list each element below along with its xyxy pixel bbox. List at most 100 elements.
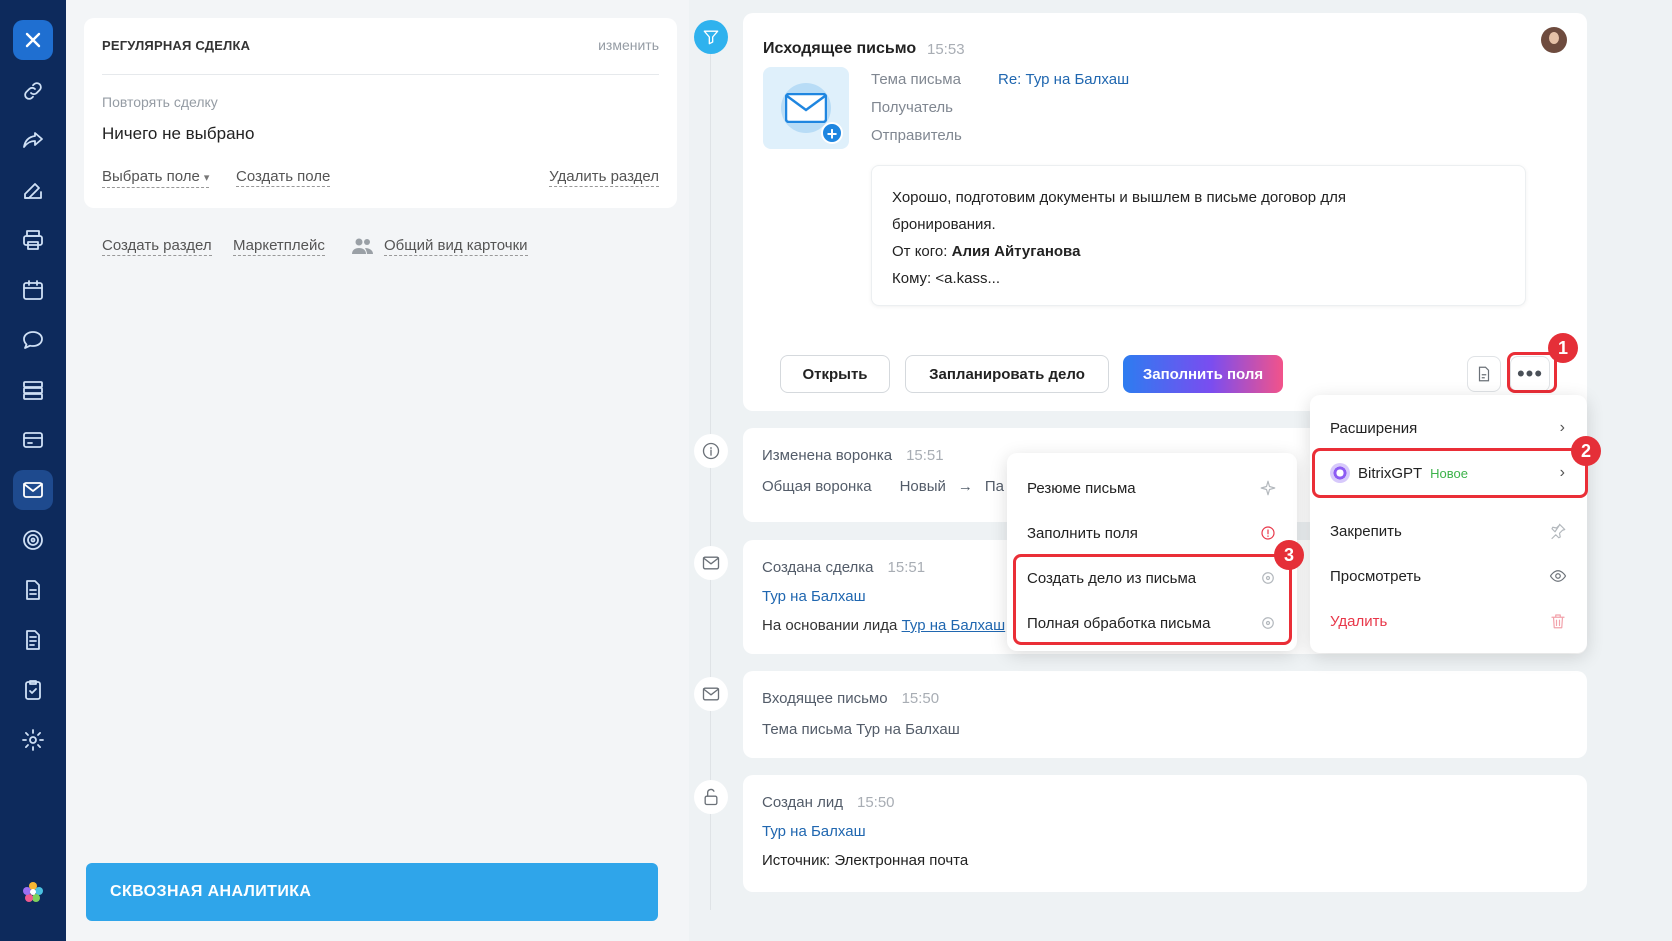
menu-label: Резюме письма: [1027, 479, 1136, 497]
fill-fields-button[interactable]: Заполнить поля: [1123, 355, 1283, 393]
basis-link[interactable]: Тур на Балхаш: [902, 617, 1006, 634]
recipient-label: Получатель: [871, 99, 953, 116]
close-icon[interactable]: [13, 20, 53, 60]
incoming-title-text: Входящее письмо: [762, 690, 888, 707]
from-label: От кого:: [892, 243, 952, 260]
lead-title-text: Создан лид: [762, 794, 843, 811]
timeline-line: [710, 30, 711, 910]
calendar-icon[interactable]: [13, 270, 53, 310]
menu-item-summary[interactable]: Резюме письма: [1007, 467, 1297, 509]
lead-source: Источник: Электронная почта: [762, 852, 969, 869]
menu-label: Закрепить: [1330, 522, 1402, 540]
deal-basis: На основании лида Тур на Балхаш: [762, 617, 1005, 634]
section-title: РЕГУЛЯРНАЯ СДЕЛКА: [102, 38, 251, 53]
menu-item-fill-fields[interactable]: Заполнить поля: [1007, 512, 1297, 554]
edit-icon[interactable]: [13, 170, 53, 210]
chat-icon[interactable]: [13, 320, 53, 360]
left-sidebar: [0, 0, 66, 941]
avatar[interactable]: [1541, 27, 1567, 53]
target-icon[interactable]: [13, 520, 53, 560]
schedule-task-button[interactable]: Запланировать дело: [905, 355, 1109, 393]
step-badge-2: 2: [1571, 436, 1601, 466]
marketplace-link[interactable]: Маркетплейс: [233, 237, 325, 256]
plus-icon[interactable]: +: [821, 122, 843, 144]
unlock-icon: [694, 780, 728, 814]
highlight-box-3: [1013, 554, 1292, 645]
arrow-right-icon: →: [957, 478, 973, 495]
from-value: Алия Айтуганова: [951, 243, 1081, 260]
outgoing-email-card: Исходящее письмо 15:53 + Тема письма Re:…: [743, 13, 1587, 411]
link-icon[interactable]: [13, 71, 53, 111]
funnel-stages: Общая воронка Новый → Па: [762, 478, 1004, 495]
pin-icon: [1549, 522, 1567, 540]
menu-label: Удалить: [1330, 612, 1388, 630]
deal-title-text: Создана сделка: [762, 559, 874, 576]
deal-link[interactable]: Тур на Балхаш: [762, 588, 866, 605]
menu-label: Заполнить поля: [1027, 524, 1138, 542]
email-body: Хорошо, подготовим документы и вышлем в …: [871, 165, 1526, 306]
menu-item-pin[interactable]: Закрепить: [1310, 510, 1587, 552]
lead-time: 15:50: [856, 794, 895, 811]
print-icon[interactable]: [13, 220, 53, 260]
funnel-time: 15:51: [906, 447, 944, 464]
menu-label: Расширения: [1330, 419, 1418, 437]
envelope-icon: [785, 93, 827, 123]
deal-time: 15:51: [887, 559, 926, 576]
menu-item-delete[interactable]: Удалить: [1310, 600, 1587, 642]
lead-title: Создан лид 15:50: [762, 794, 895, 811]
choose-field-link[interactable]: Выбрать поле ▾: [102, 168, 210, 188]
clipboard-check-icon[interactable]: [13, 670, 53, 710]
flower-logo-icon[interactable]: [13, 872, 53, 912]
document-icon[interactable]: [13, 570, 53, 610]
menu-item-view[interactable]: Просмотреть: [1310, 555, 1587, 597]
mail-icon[interactable]: [13, 470, 53, 510]
sparkle-icon: [1259, 479, 1277, 497]
lead-link[interactable]: Тур на Балхаш: [762, 823, 866, 840]
email-thumbnail: +: [763, 67, 849, 149]
list-icon[interactable]: [13, 370, 53, 410]
create-section-link[interactable]: Создать раздел: [102, 237, 212, 256]
choose-field-label: Выбрать поле: [102, 168, 200, 185]
from-stage: Новый: [899, 478, 946, 495]
step-badge-3: 3: [1274, 540, 1304, 570]
repeat-value[interactable]: Ничего не выбрано: [102, 124, 254, 144]
to-stage: Па: [984, 478, 1005, 495]
change-link[interactable]: изменить: [598, 37, 659, 53]
info-icon: [694, 434, 728, 468]
funnel-name: Общая воронка: [762, 478, 872, 495]
document-icon[interactable]: [1467, 356, 1501, 392]
analytics-button[interactable]: СКВОЗНАЯ АНАЛИТИКА: [86, 863, 658, 921]
incoming-email-card: Входящее письмо 15:50 Тема письма Тур на …: [743, 671, 1587, 758]
menu-item-extensions[interactable]: Расширения ›: [1310, 407, 1587, 449]
mail-icon: [694, 677, 728, 711]
more-actions-menu: Расширения › BitrixGPT Новое › Закрепить…: [1310, 395, 1587, 653]
trash-icon: [1549, 612, 1567, 630]
highlight-box-2: [1312, 448, 1588, 498]
email-time: 15:53: [927, 41, 965, 58]
card-view-link[interactable]: Общий вид карточки: [384, 237, 528, 256]
body-line: бронирования.: [892, 216, 996, 233]
sender-label: Отправитель: [871, 127, 962, 144]
chevron-right-icon: ›: [1559, 419, 1565, 436]
filter-icon[interactable]: [694, 20, 728, 54]
open-button[interactable]: Открыть: [780, 355, 890, 393]
divider: [102, 74, 659, 75]
create-field-link[interactable]: Создать поле: [236, 168, 331, 187]
regular-deal-card: РЕГУЛЯРНАЯ СДЕЛКА изменить Повторять сде…: [84, 18, 677, 208]
body-line: Хорошо, подготовим документы и вышлем в …: [892, 189, 1346, 206]
share-icon[interactable]: [13, 120, 53, 160]
delete-section-link[interactable]: Удалить раздел: [549, 168, 659, 187]
menu-label: Просмотреть: [1330, 567, 1422, 585]
people-icon: [352, 237, 374, 255]
mail-icon: [694, 546, 728, 580]
incoming-time: 15:50: [901, 690, 940, 707]
email-title: Исходящее письмо: [763, 40, 917, 57]
gear-icon[interactable]: [13, 720, 53, 760]
eye-icon: [1549, 567, 1567, 585]
basis-text: На основании лида: [762, 617, 902, 634]
chevron-down-icon: ▾: [203, 172, 210, 184]
subject-value[interactable]: Re: Тур на Балхаш: [998, 71, 1129, 88]
document-lines-icon[interactable]: [13, 620, 53, 660]
card-icon[interactable]: [13, 420, 53, 460]
funnel-title-text: Изменена воронка: [762, 447, 893, 464]
